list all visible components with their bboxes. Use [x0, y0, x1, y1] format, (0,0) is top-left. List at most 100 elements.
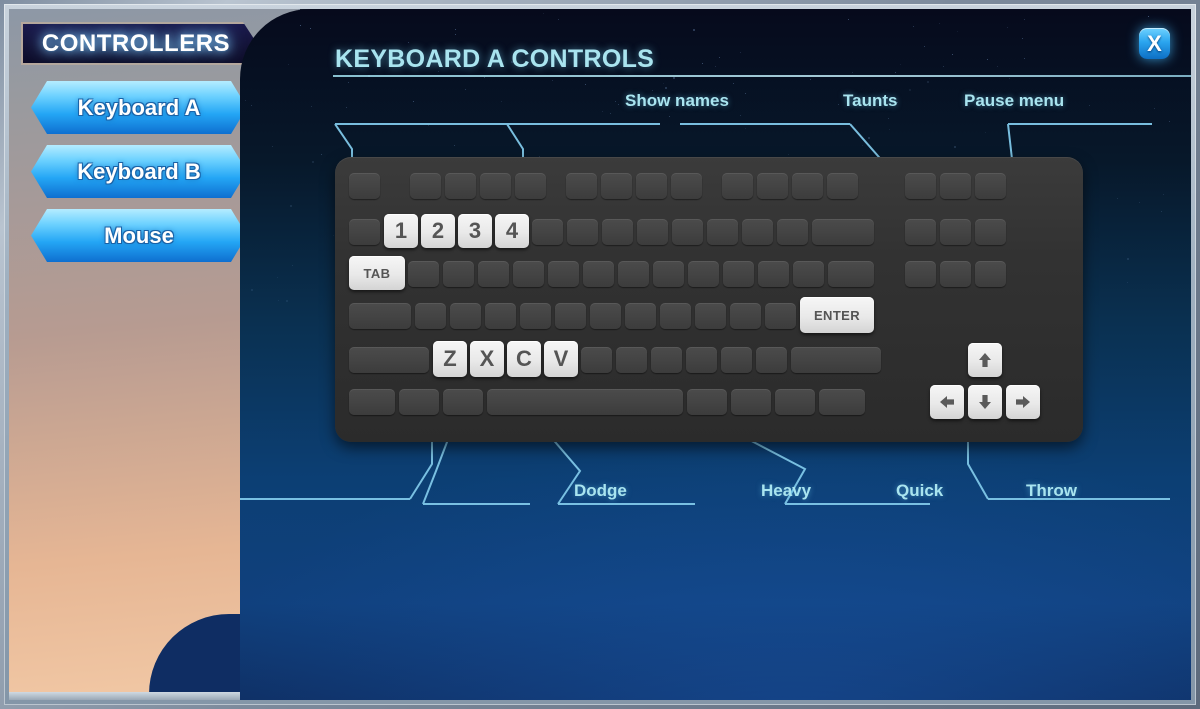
right-arrow-icon — [1016, 396, 1030, 408]
keyboard-diagram: 1 2 3 4 TAB ENTER Z X C V — [335, 157, 1083, 442]
key-number — [707, 219, 738, 245]
key-letter-top — [653, 261, 684, 287]
key-letter-home — [590, 303, 621, 329]
key-letter-home — [765, 303, 796, 329]
callout-label-taunts: Taunts — [843, 91, 898, 110]
key-letter-top — [478, 261, 509, 287]
key-space — [487, 389, 683, 415]
key-function — [409, 173, 441, 199]
sidebar-item-label: Mouse — [104, 222, 174, 248]
key-function — [514, 173, 546, 199]
sidebar-item-label: Keyboard B — [77, 158, 201, 184]
key-letter-bottom — [581, 347, 612, 373]
key-nav-mid — [975, 219, 1006, 245]
key-cap-label: 2 — [431, 218, 445, 243]
key-letter-home — [520, 303, 551, 329]
key-arrow-right — [1006, 385, 1040, 419]
key-function — [670, 173, 702, 199]
key-letter-home — [485, 303, 516, 329]
key-number — [672, 219, 703, 245]
sidebar-menu: Keyboard A Keyboard B Mouse — [31, 81, 247, 273]
close-button[interactable]: X — [1139, 28, 1170, 59]
key-letter-top — [583, 261, 614, 287]
key-function — [444, 173, 476, 199]
key-rctrl — [819, 389, 865, 415]
sidebar-item-keyboard-b[interactable]: Keyboard B — [31, 145, 247, 198]
key-menu — [775, 389, 815, 415]
key-lwin — [399, 389, 439, 415]
key-function — [600, 173, 632, 199]
sidebar-header-label: CONTROLLERS — [41, 29, 231, 57]
key-cap-label: 1 — [394, 218, 408, 243]
key-letter-top — [443, 261, 474, 287]
key-cap-label: X — [479, 346, 495, 371]
key-letter-bottom — [686, 347, 717, 373]
key-cap-label: V — [553, 346, 569, 371]
key-letter-bottom — [756, 347, 787, 373]
key-nav-bottom — [940, 261, 971, 287]
key-letter-bottom — [721, 347, 752, 373]
key-function — [565, 173, 597, 199]
key-number — [742, 219, 773, 245]
key-letter-top — [758, 261, 789, 287]
key-function — [635, 173, 667, 199]
key-letter-home — [695, 303, 726, 329]
key-letter-bottom — [651, 347, 682, 373]
key-capslock — [349, 303, 411, 329]
key-nav-top — [975, 173, 1006, 199]
key-letter-bottom — [616, 347, 647, 373]
key-X: X — [470, 341, 504, 377]
key-V: V — [544, 341, 578, 377]
key-escape — [349, 173, 380, 199]
key-number — [532, 219, 563, 245]
key-letter-home — [415, 303, 446, 329]
key-ralt — [687, 389, 727, 415]
key-arrow-down — [968, 385, 1002, 419]
key-cap-label: 3 — [468, 218, 482, 243]
key-nav-top — [940, 173, 971, 199]
key-cap-label: 4 — [505, 218, 519, 243]
key-letter-home — [660, 303, 691, 329]
key-letter-top — [513, 261, 544, 287]
key-nav-bottom — [905, 261, 936, 287]
key-number — [567, 219, 598, 245]
sidebar-header-banner: CONTROLLERS — [21, 22, 257, 65]
key-function — [721, 173, 753, 199]
key-nav-mid — [905, 219, 936, 245]
callout-label-throw: Throw — [1026, 481, 1077, 500]
key-lshift — [349, 347, 429, 373]
key-backquote — [349, 219, 380, 245]
key-nav-top — [905, 173, 936, 199]
key-letter-top — [548, 261, 579, 287]
key-cap-label: Z — [443, 346, 457, 371]
key-function — [756, 173, 788, 199]
callout-label-quick: Quick — [896, 481, 944, 500]
key-arrow-left — [930, 385, 964, 419]
key-cap-label: C — [516, 346, 532, 371]
sidebar-item-mouse[interactable]: Mouse — [31, 209, 247, 262]
key-letter-home — [450, 303, 481, 329]
down-arrow-icon — [979, 395, 991, 409]
key-lctrl — [349, 389, 395, 415]
key-backslash — [828, 261, 874, 287]
key-backspace — [812, 219, 874, 245]
key-letter-home — [555, 303, 586, 329]
key-letter-top — [688, 261, 719, 287]
key-3: 3 — [458, 214, 492, 248]
title-underline — [333, 75, 1191, 77]
key-function — [479, 173, 511, 199]
key-number — [637, 219, 668, 245]
key-C: C — [507, 341, 541, 377]
key-ENTER: ENTER — [800, 297, 874, 333]
key-function — [791, 173, 823, 199]
key-TAB: TAB — [349, 256, 405, 290]
key-arrow-up — [968, 343, 1002, 377]
sidebar-item-keyboard-a[interactable]: Keyboard A — [31, 81, 247, 134]
page-title: KEYBOARD A CONTROLS — [335, 45, 655, 73]
key-rshift — [791, 347, 881, 373]
main-panel: KEYBOARD A CONTROLS Show names Taunts Pa… — [240, 9, 1191, 700]
left-arrow-icon — [940, 396, 954, 408]
key-letter-top — [618, 261, 649, 287]
key-number — [777, 219, 808, 245]
key-1: 1 — [384, 214, 418, 248]
